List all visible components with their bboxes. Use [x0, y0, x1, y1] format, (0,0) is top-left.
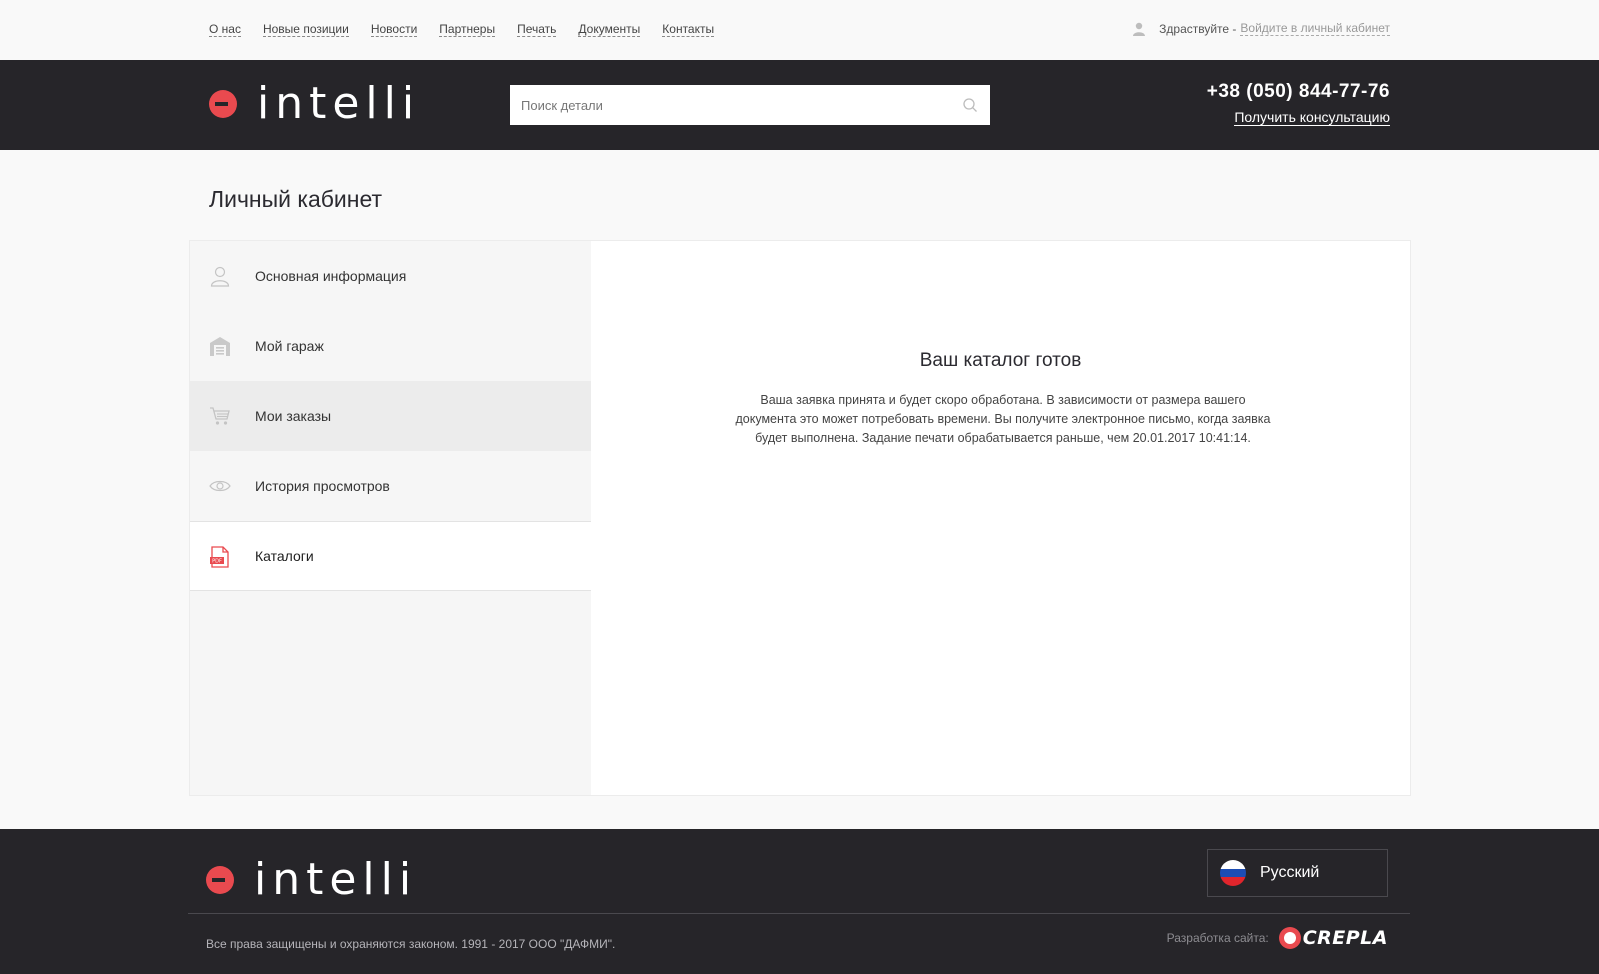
user-icon — [1133, 22, 1146, 36]
search-box — [510, 85, 990, 125]
catalog-ready-message: Ваша заявка принята и будет скоро обрабо… — [735, 393, 1271, 445]
sidebar-item-view-history[interactable]: История просмотров — [190, 451, 591, 521]
developer-label: Разработка сайта: — [1166, 931, 1269, 945]
developer-credit: Разработка сайта: CREPLA — [1167, 927, 1388, 949]
garage-icon — [210, 337, 230, 356]
footer: intelli Русский Все права защищены и охр… — [0, 829, 1599, 974]
sidebar-item-garage[interactable]: Мой гараж — [190, 311, 591, 381]
phone-number[interactable]: +38 (050) 844-77-76 — [1207, 81, 1390, 103]
developer-brand: CREPLA — [1302, 927, 1388, 949]
sidebar-item-label: Мой гараж — [255, 338, 324, 354]
sidebar-item-catalogs[interactable]: PDF Каталоги — [190, 521, 591, 591]
account-sidebar: Основная информация Мой гараж Мои заказы — [190, 241, 591, 795]
sidebar-item-orders[interactable]: Мои заказы — [190, 381, 591, 451]
catalog-status-content: Ваш каталог готов Ваша заявка принята и … — [591, 241, 1410, 795]
logo-text: intelli — [257, 78, 421, 129]
page-title: Личный кабинет — [209, 186, 383, 212]
consultation-link[interactable]: Получить консультацию — [1234, 109, 1390, 126]
search-icon[interactable] — [962, 97, 978, 113]
account-panel: Основная информация Мой гараж Мои заказы — [189, 240, 1411, 796]
header: intelli — [0, 60, 1599, 150]
search-input[interactable] — [510, 86, 962, 124]
nav-link-about[interactable]: О нас — [209, 22, 241, 37]
nav-link-print[interactable]: Печать — [517, 22, 557, 37]
developer-logo[interactable]: CREPLA — [1278, 927, 1388, 949]
site-logo[interactable]: intelli — [209, 82, 420, 126]
crepla-logo-icon — [1278, 927, 1301, 949]
russia-flag-icon — [1220, 860, 1246, 886]
nav-link-new-items[interactable]: Новые позиции — [262, 22, 349, 37]
nav-link-partners[interactable]: Партнеры — [439, 22, 496, 37]
greeting-text: Здраствуйте - — [1159, 21, 1237, 36]
sidebar-item-label: История просмотров — [255, 478, 390, 494]
cart-icon — [210, 407, 230, 425]
sidebar-item-label: Каталоги — [255, 548, 314, 564]
nav-link-contacts[interactable]: Контакты — [662, 22, 715, 37]
user-greeting: Здраствуйте - Войдите в личный кабинет — [1132, 21, 1390, 36]
footer-divider — [188, 913, 1410, 914]
pdf-icon: PDF — [210, 546, 229, 568]
user-icon — [210, 266, 230, 287]
language-selector[interactable]: Русский — [1207, 849, 1388, 897]
nav-link-documents[interactable]: Документы — [578, 22, 641, 37]
top-nav: О нас Новые позиции Новости Партнеры Печ… — [209, 22, 715, 37]
login-link[interactable]: Войдите в личный кабинет — [1240, 21, 1390, 36]
logo-mark-icon — [209, 90, 237, 118]
eye-icon — [209, 480, 231, 492]
svg-text:PDF: PDF — [212, 559, 222, 565]
catalog-ready-title: Ваш каталог готов — [919, 350, 1082, 371]
sidebar-item-basic-info[interactable]: Основная информация — [190, 241, 591, 311]
sidebar-item-label: Мои заказы — [255, 408, 332, 424]
footer-logo-text: intelli — [254, 854, 418, 905]
copyright-text: Все права защищены и охраняются законом.… — [206, 937, 616, 951]
top-bar: О нас Новые позиции Новости Партнеры Печ… — [0, 0, 1599, 60]
footer-logo[interactable]: intelli — [206, 858, 417, 902]
sidebar-item-label: Основная информация — [255, 268, 407, 284]
nav-link-news[interactable]: Новости — [370, 22, 418, 37]
logo-mark-icon — [206, 866, 234, 894]
language-label: Русский — [1260, 864, 1320, 881]
